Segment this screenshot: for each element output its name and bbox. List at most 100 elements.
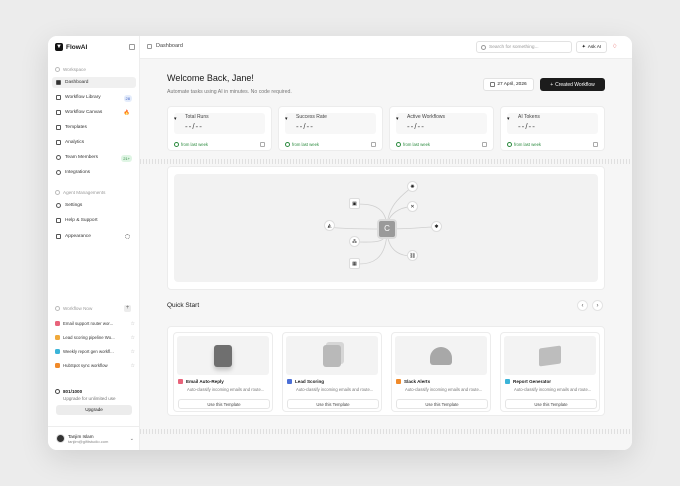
app-window: ▼ FlowAI Workspace Dashboard Workflow Li… xyxy=(48,36,632,450)
use-template-button[interactable]: Use this Template xyxy=(178,399,270,409)
quick-start-panel: Email Auto-Reply Auto-classify incoming … xyxy=(167,326,605,416)
star-icon[interactable]: ☆ xyxy=(131,349,135,355)
section-workspace: Workspace xyxy=(55,67,86,72)
library-count-badge: 28 xyxy=(123,94,132,102)
template-card-slack-alerts[interactable]: Slack Alerts Auto-classify incoming emai… xyxy=(391,332,491,412)
workflow-color-icon xyxy=(55,321,60,326)
use-template-button[interactable]: Use this Template xyxy=(505,399,597,409)
workflow-item[interactable]: Lead scoring pipeline Wo... ☆ xyxy=(55,332,135,343)
trello-icon[interactable]: ▣ xyxy=(349,198,360,209)
fire-icon: 🔥 xyxy=(123,110,130,116)
workflow-color-icon xyxy=(55,363,60,368)
sidebar-item-analytics[interactable]: Analytics xyxy=(52,137,136,148)
grid-icon xyxy=(56,80,61,85)
divider-pattern xyxy=(140,159,632,164)
tokens-icon: ▾ xyxy=(507,116,510,122)
trend-icon xyxy=(507,142,512,147)
template-card-lead-scoring[interactable]: Lead Scoring Auto-classify incoming emai… xyxy=(282,332,382,412)
quick-start-title: Quick Start xyxy=(167,302,200,309)
sidebar-item-team-members[interactable]: Team Members 21+ xyxy=(52,152,136,163)
help-icon xyxy=(56,218,61,223)
workflow-item[interactable]: Weekly report gen workfl... ☆ xyxy=(55,346,135,357)
trend-icon xyxy=(396,142,401,147)
sidebar-item-appearance[interactable]: Appearance xyxy=(52,231,136,242)
section-workflow-now: Workflow Now xyxy=(55,306,92,311)
stat-card-active-workflows: ▾ Active Workflows --/-- from last week xyxy=(389,106,494,151)
sidebar-collapse-icon[interactable] xyxy=(129,44,135,50)
flowai-logo-icon: ▼ xyxy=(55,43,63,51)
star-icon[interactable]: ☆ xyxy=(131,321,135,327)
search-icon xyxy=(481,44,486,50)
date-picker-button[interactable]: 27 April, 2026 xyxy=(483,78,534,91)
usage-block: 801/1000 Upgrade for unlimited use xyxy=(55,389,116,401)
sun-icon[interactable] xyxy=(125,234,130,239)
main-area: Dashboard Search for something... ✦ Ask … xyxy=(140,36,632,450)
chevron-down-icon[interactable]: ⌄ xyxy=(130,436,134,442)
sidebar-item-integrations[interactable]: Integrations xyxy=(52,167,136,178)
trend-icon xyxy=(285,142,290,147)
app-name: FlowAI xyxy=(66,43,88,51)
link-icon[interactable]: ⛓ xyxy=(407,250,418,261)
upgrade-button[interactable]: Upgrade xyxy=(56,405,132,415)
avatar xyxy=(56,434,65,443)
sidebar-item-help-support[interactable]: Help & Support xyxy=(52,215,136,226)
sidebar-item-templates[interactable]: Templates xyxy=(52,122,136,133)
topbar: Dashboard Search for something... ✦ Ask … xyxy=(140,36,632,59)
runs-icon: ▾ xyxy=(174,116,177,122)
grid-app-icon[interactable]: ▦ xyxy=(349,258,360,269)
sidebar: ▼ FlowAI Workspace Dashboard Workflow Li… xyxy=(48,36,140,450)
analytics-icon xyxy=(56,140,61,145)
hub-logo-icon[interactable]: C xyxy=(377,219,397,239)
linear-icon[interactable]: ◭ xyxy=(324,220,335,231)
brand[interactable]: ▼ FlowAI xyxy=(55,43,87,51)
workspace-icon xyxy=(55,67,60,72)
zendesk-icon[interactable]: ✕ xyxy=(407,201,418,212)
workflows-icon: ▾ xyxy=(396,116,399,122)
ask-ai-button[interactable]: ✦ Ask AI xyxy=(576,41,607,53)
search-input[interactable]: Search for something... xyxy=(476,41,572,53)
create-workflow-button[interactable]: + Created Workflow xyxy=(540,78,605,91)
use-template-button[interactable]: Use this Template xyxy=(396,399,488,409)
page-subtitle: Automate tasks using AI in minutes. No c… xyxy=(167,89,292,95)
alert-icon xyxy=(396,379,401,384)
star-icon[interactable]: ☆ xyxy=(131,363,135,369)
sidebar-item-workflow-canvas[interactable]: Workflow Canvas 🔥 xyxy=(52,107,136,118)
template-card-report-generator[interactable]: Report Generator Auto-classify incoming … xyxy=(500,332,600,412)
use-template-button[interactable]: Use this Template xyxy=(287,399,379,409)
prev-arrow-icon[interactable]: ‹ xyxy=(577,300,588,311)
info-icon[interactable] xyxy=(593,142,598,147)
user-profile[interactable]: Tanjim Islam tanjim@gifitstudio.com ⌄ xyxy=(48,426,140,450)
sidebar-item-dashboard[interactable]: Dashboard xyxy=(52,77,136,88)
info-icon[interactable] xyxy=(260,142,265,147)
template-card-email-auto-reply[interactable]: Email Auto-Reply Auto-classify incoming … xyxy=(173,332,273,412)
gear-icon xyxy=(56,203,61,208)
trend-icon xyxy=(174,142,179,147)
add-workflow-button[interactable]: + xyxy=(124,305,131,312)
chart-icon xyxy=(287,379,292,384)
workflow-item[interactable]: Email support router wor... ☆ xyxy=(55,318,135,329)
appearance-icon xyxy=(56,234,61,239)
stat-card-ai-tokens: ▾ AI Tokens --/-- from last week xyxy=(500,106,605,151)
notification-bell-icon[interactable]: ♢ xyxy=(612,43,617,50)
stats-row: ▾ Total Runs --/-- from last week ▾ Succ… xyxy=(167,106,605,151)
sidebar-item-settings[interactable]: Settings xyxy=(52,200,136,211)
asana-icon[interactable]: ⁂ xyxy=(349,236,360,247)
usage-note: Upgrade for unlimited use xyxy=(63,396,116,401)
info-icon[interactable] xyxy=(482,142,487,147)
workflow-item[interactable]: HubSpot sync workflow ☆ xyxy=(55,360,135,371)
info-icon[interactable] xyxy=(371,142,376,147)
team-icon xyxy=(56,155,61,160)
bell-icon xyxy=(430,346,452,365)
stat-card-success-rate: ▾ Success Rate --/-- from last week xyxy=(278,106,383,151)
usage-ring-icon xyxy=(55,389,60,394)
star-icon[interactable]: ☆ xyxy=(131,335,135,341)
library-icon xyxy=(56,95,61,100)
templates-icon xyxy=(56,125,61,130)
stack-icon xyxy=(323,344,341,367)
slack-icon[interactable]: ✱ xyxy=(431,221,442,232)
openai-icon[interactable]: ✺ xyxy=(407,181,418,192)
next-arrow-icon[interactable]: › xyxy=(592,300,603,311)
divider-pattern xyxy=(140,429,632,434)
team-count-badge: 21+ xyxy=(121,154,132,162)
sidebar-item-workflow-library[interactable]: Workflow Library 28 xyxy=(52,92,136,103)
